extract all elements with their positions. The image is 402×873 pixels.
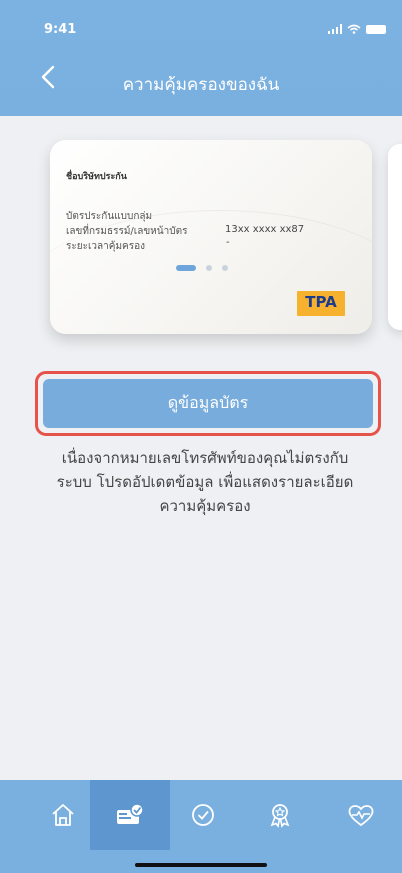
card-type: บัตรประกันแบบกลุ่ม bbox=[66, 211, 153, 222]
award-icon bbox=[270, 804, 290, 828]
status-time: 9:41 bbox=[44, 22, 77, 37]
update-phone-message: เนื่องจากหมายเลขโทรศัพท์ของคุณไม่ตรงกับ … bbox=[40, 446, 370, 518]
view-card-button[interactable]: ดูข้อมูลบัตร bbox=[43, 379, 373, 428]
card-details: บัตรประกันแบบกลุ่ม เลขที่กรมธรรม์/เลขหน้… bbox=[66, 209, 187, 254]
home-icon bbox=[52, 804, 74, 826]
insurance-card[interactable]: ชื่อบริษัทประกัน บัตรประกันแบบกลุ่ม เลขท… bbox=[50, 140, 372, 334]
tpa-badge: TPA bbox=[297, 291, 345, 316]
coverage-period-label: ระยะเวลาคุ้มครอง bbox=[66, 241, 145, 252]
tab-bar bbox=[0, 780, 402, 873]
heart-pulse-icon bbox=[348, 805, 374, 827]
message-line-3: ความคุ้มครอง bbox=[159, 497, 251, 515]
battery-icon bbox=[366, 24, 386, 34]
page-title: ความคุ้มครองของฉัน bbox=[122, 75, 280, 95]
coverage-card-icon bbox=[117, 803, 144, 824]
header: 9:41 ความคุ้มครองของฉัน bbox=[0, 0, 402, 116]
message-line-1: เนื่องจากหมายเลขโทรศัพท์ของคุณไม่ตรงกับ bbox=[61, 449, 349, 467]
tab-health[interactable] bbox=[321, 780, 401, 850]
wifi-icon bbox=[347, 24, 361, 34]
highlight-box: ดูข้อมูลบัตร bbox=[35, 371, 381, 436]
check-circle-icon bbox=[192, 804, 214, 826]
cellular-signal-icon bbox=[328, 24, 342, 34]
home-indicator bbox=[135, 863, 267, 867]
pager-dot[interactable] bbox=[222, 265, 228, 271]
status-icons bbox=[328, 24, 386, 34]
next-card-peek[interactable] bbox=[388, 144, 402, 330]
insurer-name: ชื่อบริษัทประกัน bbox=[66, 172, 127, 182]
pager-dot[interactable] bbox=[206, 265, 212, 271]
policy-number-label: เลขที่กรมธรรม์/เลขหน้าบัตร bbox=[66, 226, 188, 237]
pager-dot-active[interactable] bbox=[176, 265, 196, 271]
message-line-2: ระบบ โปรดอัปเดตข้อมูล เพื่อแสดงรายละเอีย… bbox=[56, 473, 354, 491]
coverage-period-value: - bbox=[226, 237, 230, 248]
tab-coverage[interactable] bbox=[90, 780, 170, 850]
tab-checkup[interactable] bbox=[163, 780, 243, 850]
content: ชื่อบริษัทประกัน บัตรประกันแบบกลุ่ม เลขท… bbox=[0, 116, 402, 780]
policy-number-value: 13xx xxxx xx87 bbox=[225, 224, 305, 235]
carousel-pager bbox=[176, 265, 228, 271]
tab-rewards[interactable] bbox=[240, 780, 320, 850]
